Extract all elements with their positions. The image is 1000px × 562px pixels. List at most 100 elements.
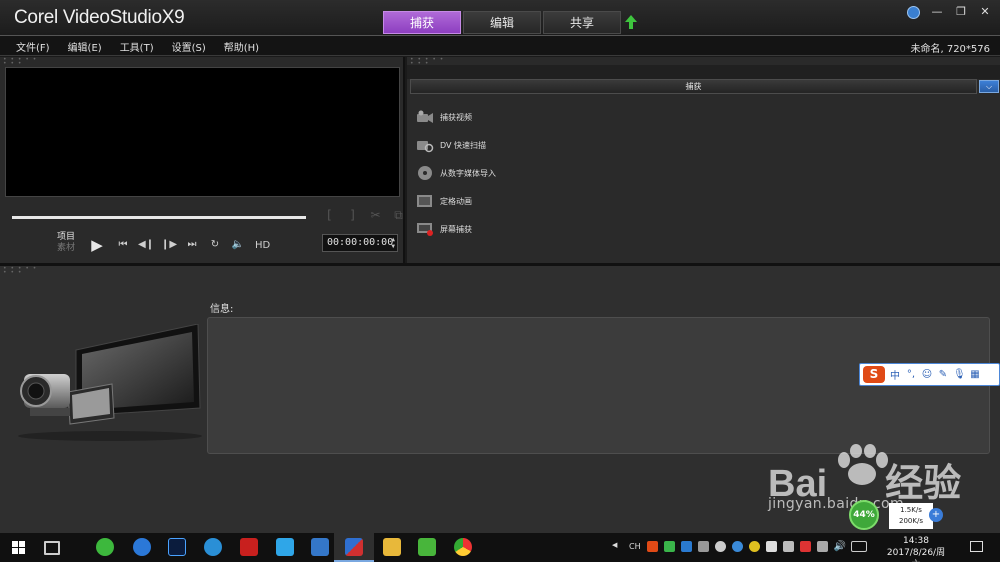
screen-capture-option[interactable]: 屏幕捕获 [416, 215, 496, 243]
digital-import-icon [418, 166, 432, 180]
task-view-icon[interactable] [44, 541, 60, 555]
info-panel: • • • • • • • • 信息: Bai 经验 jingyan.baidu… [0, 266, 1000, 533]
capture-panel: • • • • • • • • 捕获 ⌵ 捕获视频 DV 快速扫描 从数字媒体导… [407, 57, 1000, 263]
input-language[interactable]: CH [629, 542, 641, 551]
network-monitor: 44% 1.5K/s 200K/s + [849, 500, 943, 530]
app-title: Corel VideoStudioX9 [14, 7, 185, 28]
repeat-icon[interactable]: ↻ [207, 237, 223, 253]
tray-sync-icon[interactable] [714, 541, 726, 552]
volume-icon[interactable]: 🔈 [230, 237, 246, 253]
panel-grip[interactable]: • • • • • • • • [410, 57, 450, 67]
microphone-icon[interactable]: 🎙 [953, 369, 966, 380]
dv-scan-option[interactable]: DV 快速扫描 [416, 131, 496, 159]
chrome-icon[interactable] [454, 538, 472, 556]
minimize-button[interactable]: — [930, 5, 944, 19]
mark-out-icon[interactable]: ] [346, 209, 359, 222]
file-explorer-icon[interactable] [383, 538, 401, 556]
stop-motion-option[interactable]: 定格动画 [416, 187, 496, 215]
dv-scan-label: DV 快速扫描 [440, 140, 487, 150]
collapse-chevron-icon[interactable]: ⌵ [979, 80, 999, 93]
hd-preview-toggle[interactable]: HD [255, 240, 270, 251]
tray-volume-icon[interactable]: 🔊 [834, 541, 846, 552]
tray-app3-icon[interactable] [731, 541, 743, 552]
ime-language-toggle[interactable]: 中 [889, 367, 901, 382]
app-green-icon[interactable] [418, 538, 436, 556]
preview-window [5, 67, 400, 197]
mode-clip[interactable]: 素材 [57, 243, 75, 254]
acrobat-icon[interactable] [240, 538, 258, 556]
windows-start-icon[interactable] [12, 541, 25, 554]
tray-usb-icon[interactable] [697, 541, 709, 552]
emoji-icon[interactable]: ☺ [921, 369, 933, 380]
end-icon[interactable]: ⏭ [184, 237, 200, 253]
system-tray: ◀ CH 🔊 [612, 541, 867, 552]
tray-sogou-icon[interactable] [646, 541, 658, 552]
tray-battery-icon[interactable] [765, 541, 777, 552]
globe-icon[interactable] [907, 5, 920, 19]
digital-import-label: 从数字媒体导入 [440, 168, 496, 178]
next-frame-icon[interactable]: ❙▶ [161, 237, 177, 253]
taskbar-clock[interactable]: 14:38 2017/8/26/周六 [886, 535, 946, 562]
split-clip-icon[interactable]: ✂ [369, 209, 382, 222]
timeline-scrubber[interactable] [12, 216, 306, 219]
playback-controls: ▶ ⏮ ◀❙ ❙▶ ⏭ ↻ 🔈 HD [86, 235, 270, 255]
play-icon[interactable]: ▶ [86, 235, 108, 255]
panel-grip[interactable]: • • • • • • • • [3, 266, 43, 276]
kugou-icon[interactable] [204, 538, 222, 556]
close-button[interactable]: ✕ [978, 5, 992, 19]
pen-icon[interactable]: ✎ [937, 369, 949, 380]
menu-list: 文件(F) 编辑(E) 工具(T) 设置(S) 帮助(H) [16, 39, 259, 54]
tab-share[interactable]: 共享 [543, 11, 621, 34]
menu-bar: 文件(F) 编辑(E) 工具(T) 设置(S) 帮助(H) 未命名, 720*5… [0, 36, 1000, 56]
ime-toolbar: S 中 °, ☺ ✎ 🎙 ▦ [859, 363, 1000, 386]
notification-center-icon[interactable] [970, 541, 983, 552]
tray-keyboard-icon[interactable] [850, 541, 867, 552]
mode-project[interactable]: 项目 [57, 232, 75, 243]
punctuation-icon[interactable]: °, [905, 369, 917, 380]
mark-in-icon[interactable]: [ [323, 209, 336, 222]
videostudio-window: Corel VideoStudioX9 捕获 编辑 共享 — ❐ ✕ 文件(F)… [0, 0, 1000, 562]
play-mode: 项目 素材 [57, 232, 75, 254]
network-percent[interactable]: 44% [849, 500, 879, 530]
tray-app2-icon[interactable] [680, 541, 692, 552]
toolbox-icon[interactable]: ▦ [969, 369, 981, 380]
tray-app1-icon[interactable] [663, 541, 675, 552]
capture-options: 捕获视频 DV 快速扫描 从数字媒体导入 定格动画 屏幕捕获 [416, 103, 496, 243]
tab-capture[interactable]: 捕获 [383, 11, 461, 34]
capture-video-label: 捕获视频 [440, 112, 472, 122]
menu-settings[interactable]: 设置(S) [172, 39, 206, 54]
stop-motion-icon [417, 195, 432, 207]
capture-header: 捕获 [410, 79, 977, 94]
home-icon[interactable]: ⏮ [115, 237, 131, 253]
enlarge-preview-icon[interactable]: ⧉ [392, 209, 405, 222]
upload-arrow-icon[interactable] [624, 14, 638, 30]
previous-frame-icon[interactable]: ◀❙ [138, 237, 154, 253]
menu-help[interactable]: 帮助(H) [224, 39, 259, 54]
capture-video-option[interactable]: 捕获视频 [416, 103, 496, 131]
screen-capture-label: 屏幕捕获 [440, 224, 472, 234]
tray-app6-icon[interactable] [799, 541, 811, 552]
tray-app5-icon[interactable] [782, 541, 794, 552]
menu-tools[interactable]: 工具(T) [120, 39, 154, 54]
restore-button[interactable]: ❐ [954, 5, 968, 19]
digital-import-option[interactable]: 从数字媒体导入 [416, 159, 496, 187]
panel-grip[interactable]: • • • • • • • • [3, 57, 43, 67]
tab-edit[interactable]: 编辑 [463, 11, 541, 34]
timecode-field[interactable]: 00:00:00:00 ▲ ▼ [322, 234, 398, 252]
boost-icon[interactable]: + [929, 508, 943, 522]
network-speeds: 1.5K/s 200K/s [889, 503, 933, 529]
videostudio-task-icon[interactable] [345, 538, 363, 556]
menu-file[interactable]: 文件(F) [16, 39, 50, 54]
sogou-logo-icon[interactable]: S [863, 366, 885, 383]
tray-app4-icon[interactable] [748, 541, 760, 552]
menu-edit[interactable]: 编辑(E) [68, 39, 102, 54]
tray-chevron-icon[interactable]: ◀ [612, 541, 623, 552]
internet-explorer-icon[interactable] [133, 538, 151, 556]
video-app-icon[interactable] [311, 538, 329, 556]
chat-app-icon[interactable] [276, 538, 294, 556]
browser-360-icon[interactable] [96, 538, 114, 556]
timecode-spinner-icon[interactable]: ▲ ▼ [391, 236, 395, 250]
title-bar: Corel VideoStudioX9 捕获 编辑 共享 — ❐ ✕ [0, 0, 1000, 36]
photoshop-icon[interactable] [168, 538, 186, 556]
tray-network-icon[interactable] [816, 541, 828, 552]
